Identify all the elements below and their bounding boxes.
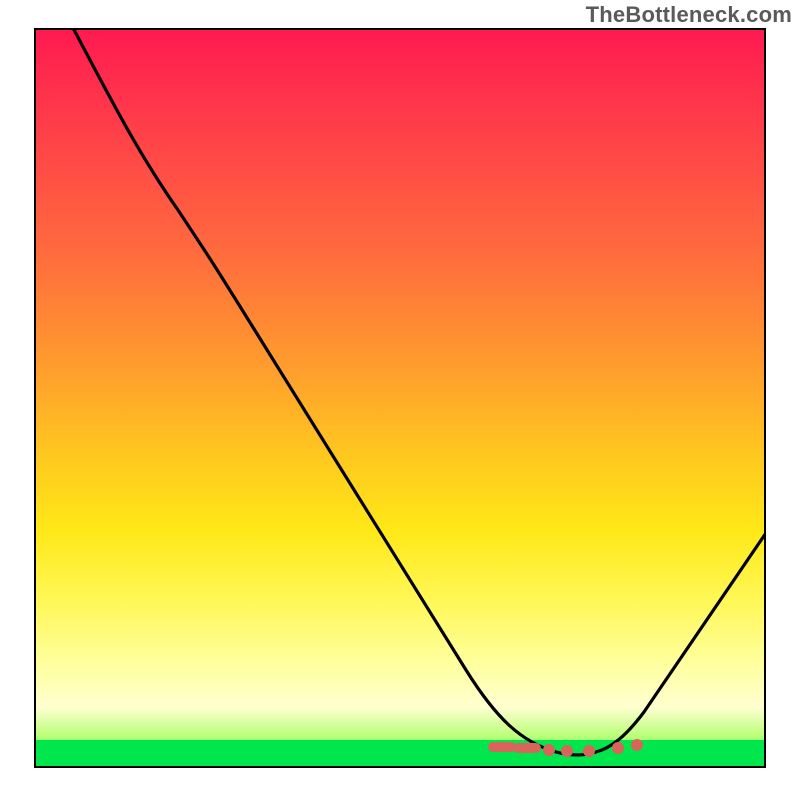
chart-container: TheBottleneck.com [0,0,800,800]
plot-area [34,28,766,768]
bottleneck-curve [36,30,764,766]
watermark-label: TheBottleneck.com [586,2,792,28]
